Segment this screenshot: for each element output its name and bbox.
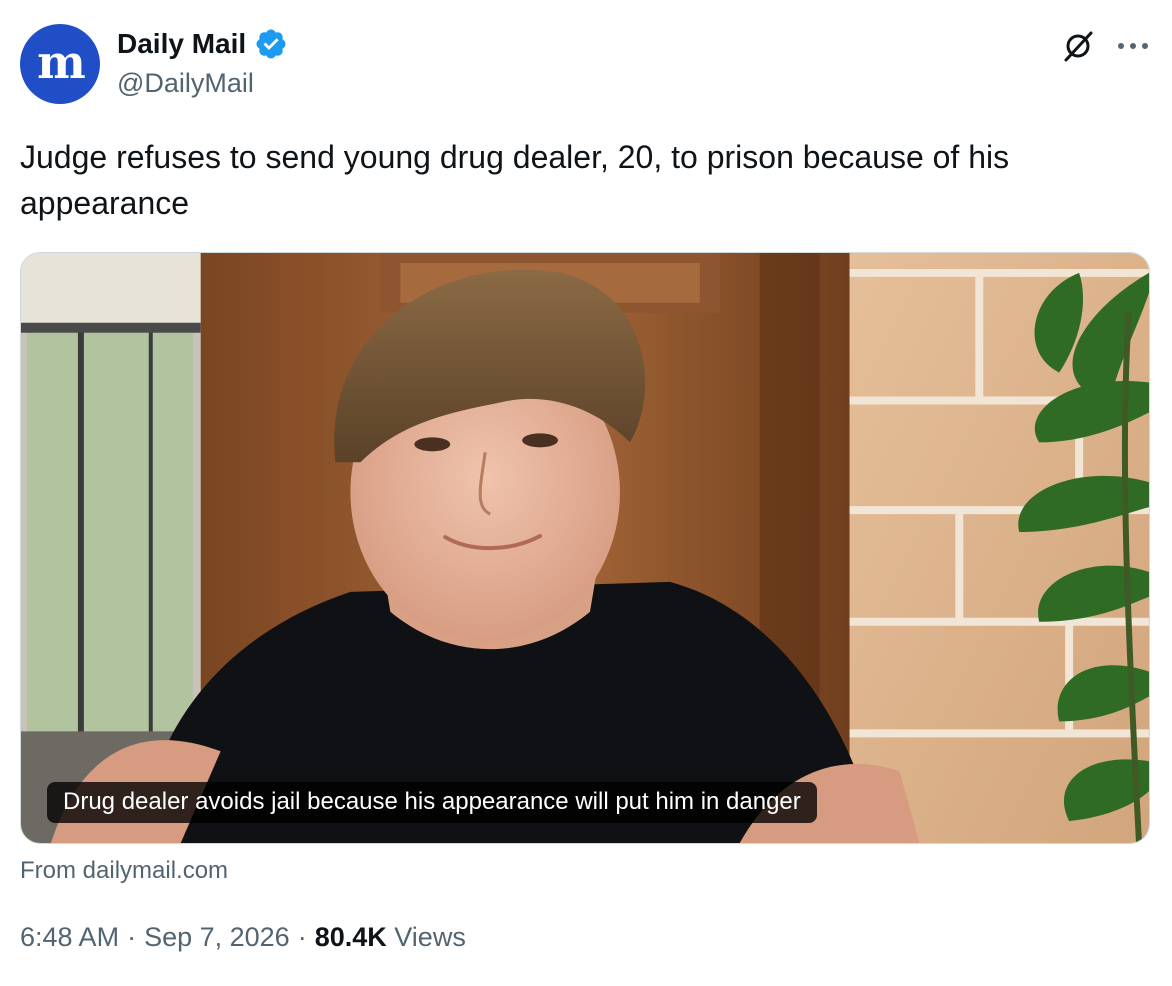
separator: ·	[127, 922, 137, 952]
views-label: Views	[394, 922, 466, 952]
tweet-text: Judge refuses to send young drug dealer,…	[20, 139, 1010, 221]
timestamp-time[interactable]: 6:48 AM	[20, 922, 119, 953]
grok-icon	[1064, 31, 1093, 62]
display-name[interactable]: Daily Mail	[117, 28, 246, 60]
avatar[interactable]: m	[20, 24, 100, 104]
name-row: Daily Mail	[117, 27, 288, 61]
separator: ·	[297, 922, 307, 952]
source-link[interactable]: From dailymail.com	[20, 857, 228, 885]
views-count: 80.4K	[314, 922, 387, 952]
media-caption: Drug dealer avoids jail because his appe…	[47, 782, 817, 823]
tweet-meta: 6:48 AM · Sep 7, 2026 · 80.4K Views	[20, 922, 466, 953]
more-options-icon	[1118, 43, 1148, 49]
more-options-button[interactable]	[1112, 26, 1154, 66]
verified-badge-icon[interactable]	[254, 27, 288, 61]
handle[interactable]: @DailyMail	[117, 68, 254, 99]
views[interactable]: 80.4K Views	[315, 922, 466, 953]
article-photo[interactable]	[21, 253, 1149, 843]
tweet: m Daily Mail @DailyMail Judge refuses to…	[0, 0, 1172, 986]
daily-mail-logo: m	[37, 35, 86, 89]
timestamp-date[interactable]: Sep 7, 2026	[144, 922, 290, 953]
grok-button[interactable]	[1058, 26, 1098, 66]
link-card[interactable]: Drug dealer avoids jail because his appe…	[20, 252, 1150, 844]
